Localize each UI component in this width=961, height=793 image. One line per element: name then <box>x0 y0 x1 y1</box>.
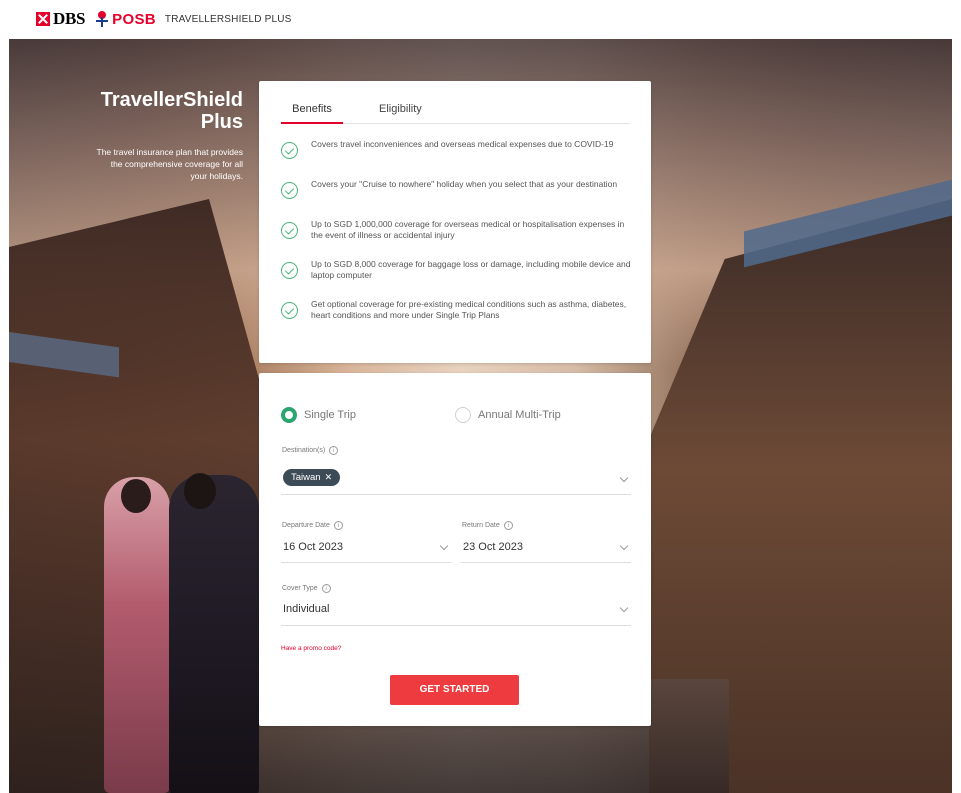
promo-code-link[interactable]: Have a promo code? <box>281 645 341 652</box>
cover-type-label: Cover Type i <box>282 584 331 593</box>
radio-label: Annual Multi-Trip <box>478 409 561 421</box>
destination-select[interactable]: Taiwan ✕ <box>281 467 631 495</box>
benefits-card: Benefits Eligibility Covers travel incon… <box>259 81 651 363</box>
product-name: TRAVELLERSHIELD PLUS <box>164 13 292 25</box>
radio-unselected-icon <box>455 407 471 423</box>
cover-type-value: Individual <box>283 603 330 615</box>
hero-title-line2: Plus <box>200 111 243 133</box>
tab-eligibility[interactable]: Eligibility <box>379 101 422 124</box>
top-bar: DBS POSB TRAVELLERSHIELD PLUS <box>0 0 961 38</box>
departure-date-label: Departure Date i <box>282 521 343 530</box>
benefit-text: Covers your "Cruise to nowhere" holiday … <box>311 179 618 189</box>
destination-chip-label: Taiwan <box>291 472 321 483</box>
dbs-logo-text: DBS <box>53 9 86 28</box>
destination-label: Destination(s) i <box>282 446 339 455</box>
radio-label: Single Trip <box>304 409 356 421</box>
dbs-star-icon <box>36 12 50 26</box>
info-icon[interactable]: i <box>333 521 343 530</box>
radio-single-trip[interactable]: Single Trip <box>281 407 356 423</box>
benefit-item: Covers your "Cruise to nowhere" holiday … <box>281 179 633 219</box>
hero-title: TravellerShield Plus <box>79 89 243 133</box>
benefit-text: Covers travel inconveniences and oversea… <box>311 139 614 149</box>
return-date-label: Return Date i <box>462 521 513 530</box>
return-date-label-text: Return Date <box>462 522 500 529</box>
benefits-tabs: Benefits Eligibility <box>281 101 629 124</box>
posb-logo[interactable]: POSB <box>95 11 156 28</box>
chevron-down-icon[interactable] <box>619 473 629 483</box>
chevron-down-icon[interactable] <box>619 541 629 551</box>
benefit-text: Up to SGD 1,000,000 coverage for oversea… <box>311 219 625 240</box>
benefit-text: Up to SGD 8,000 coverage for baggage los… <box>311 259 631 280</box>
posb-emblem-icon <box>95 11 109 27</box>
check-circle-icon <box>281 262 298 279</box>
radio-selected-icon <box>281 407 297 423</box>
benefit-text: Get optional coverage for pre-existing m… <box>311 299 627 320</box>
info-icon[interactable]: i <box>503 521 513 530</box>
get-started-button[interactable]: GET STARTED <box>390 675 519 705</box>
info-icon[interactable]: i <box>329 446 339 455</box>
page: DBS POSB TRAVELLERSHIELD PLUS TravellerS… <box>0 0 961 793</box>
destination-label-text: Destination(s) <box>282 447 326 454</box>
close-icon[interactable]: ✕ <box>325 469 333 486</box>
chevron-down-icon[interactable] <box>619 603 629 613</box>
quote-form-card: Single Trip Annual Multi-Trip Destinatio… <box>259 373 651 726</box>
benefit-item: Up to SGD 8,000 coverage for baggage los… <box>281 259 633 299</box>
cover-type-select[interactable]: Individual <box>281 599 631 626</box>
check-circle-icon <box>281 142 298 159</box>
destination-chip[interactable]: Taiwan ✕ <box>283 469 341 486</box>
posb-logo-text: POSB <box>112 10 156 28</box>
return-date-field[interactable]: 23 Oct 2023 <box>461 537 631 563</box>
departure-date-field[interactable]: 16 Oct 2023 <box>281 537 451 563</box>
radio-annual-multi-trip[interactable]: Annual Multi-Trip <box>455 407 561 423</box>
hero-subtitle: The travel insurance plan that provides … <box>96 147 243 181</box>
check-circle-icon <box>281 302 298 319</box>
benefit-item: Up to SGD 1,000,000 coverage for oversea… <box>281 219 633 259</box>
departure-date-label-text: Departure Date <box>282 522 330 529</box>
benefit-list: Covers travel inconveniences and oversea… <box>281 139 633 339</box>
tab-benefits[interactable]: Benefits <box>281 101 343 124</box>
info-icon[interactable]: i <box>321 584 331 593</box>
dbs-logo[interactable]: DBS <box>36 9 85 29</box>
benefit-item: Covers travel inconveniences and oversea… <box>281 139 633 179</box>
check-circle-icon <box>281 222 298 239</box>
departure-date-value: 16 Oct 2023 <box>283 541 343 553</box>
trip-type-selector: Single Trip Annual Multi-Trip <box>281 407 641 427</box>
benefit-item: Get optional coverage for pre-existing m… <box>281 299 633 339</box>
hero-title-line1: TravellerShield <box>100 89 243 111</box>
chevron-down-icon[interactable] <box>439 541 449 551</box>
cover-type-label-text: Cover Type <box>282 585 318 592</box>
return-date-value: 23 Oct 2023 <box>463 541 523 553</box>
check-circle-icon <box>281 182 298 199</box>
